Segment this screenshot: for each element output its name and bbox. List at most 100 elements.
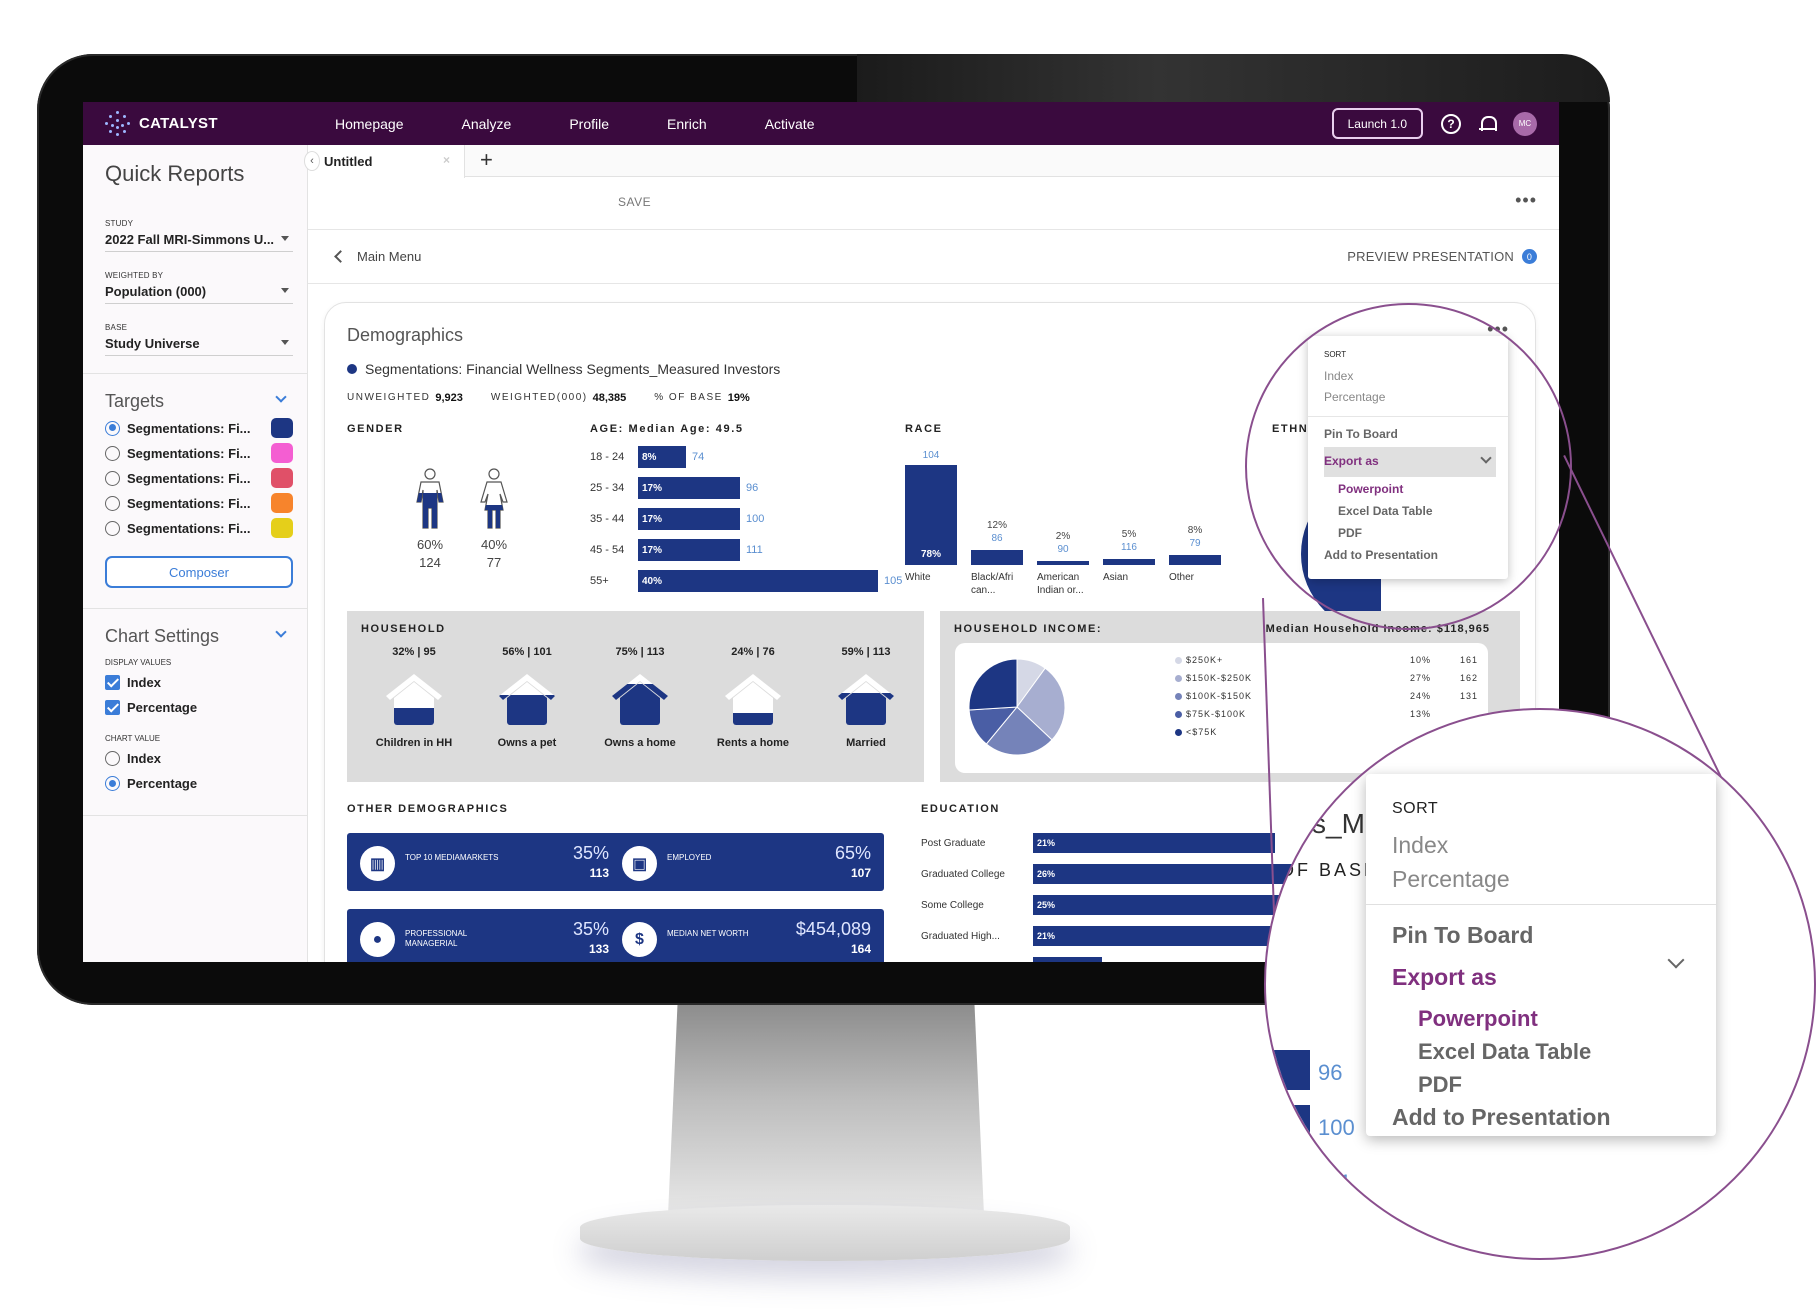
card-value: 35% [572,843,609,863]
add-to-presentation-option[interactable]: Add to Presentation [1392,1104,1611,1131]
race-column: 8% 79 Other [1169,303,1255,623]
targets-collapse-chevron-icon[interactable] [275,391,287,403]
checkbox-percentage[interactable]: Percentage [105,700,197,715]
export-pdf-option[interactable]: PDF [1338,526,1362,540]
checkbox-checked-icon[interactable] [105,700,120,715]
export-pdf-option[interactable]: PDF [1418,1072,1462,1098]
education-bar: 21% [1033,926,1275,946]
card-options-menu: SORT Index Percentage Pin To Board Expor… [1308,336,1508,579]
nav-analyze[interactable]: Analyze [462,116,512,132]
radio[interactable] [105,495,120,511]
radio[interactable] [105,751,120,766]
help-icon[interactable]: ? [1441,113,1461,134]
chevron-down-icon[interactable] [1667,951,1685,969]
target-color-swatch[interactable] [271,443,293,463]
composer-button[interactable]: Composer [105,556,293,588]
collapse-sidebar-icon[interactable]: ‹ [304,151,320,171]
radio[interactable] [105,520,120,536]
card-label: PROFESSIONAL MANAGERIAL [405,929,467,948]
household-label: Owns a pet [497,737,557,749]
checkbox-label: Percentage [127,700,198,715]
radio-chart-index[interactable]: Index [105,751,161,766]
more-options-icon[interactable]: ••• [1515,190,1537,211]
legend-label: $250K+ [1186,655,1224,665]
preview-label: PREVIEW PRESENTATION [1347,249,1514,264]
age-bar: 8% [638,446,686,468]
target-item[interactable]: Segmentations: Fi... [105,517,293,539]
radio[interactable] [105,445,120,461]
tab-untitled[interactable]: Untitled × [308,145,465,178]
pin-to-board-option[interactable]: Pin To Board [1324,427,1398,441]
weighted-by-select[interactable]: WEIGHTED BY Population (000) [105,271,293,304]
preview-count-badge: 0 [1522,249,1537,264]
study-value: 2022 Fall MRI-Simmons U... [105,232,275,247]
target-color-swatch[interactable] [271,418,293,438]
race-pct: 78% [920,549,941,560]
age-bar: 17% [638,508,740,530]
sort-index-option[interactable]: Index [1324,369,1353,383]
target-item[interactable]: Segmentations: Fi... [105,417,293,439]
nav-homepage[interactable]: Homepage [335,116,404,132]
study-select[interactable]: STUDY 2022 Fall MRI-Simmons U... [105,219,293,252]
age-bar: 40% [638,570,878,592]
user-avatar[interactable]: MC [1513,111,1537,136]
base-select[interactable]: BASE Study Universe [105,323,293,356]
chart-settings-collapse-chevron-icon[interactable] [275,626,287,638]
caret-down-icon [281,236,289,241]
export-as-option[interactable]: Export as [1324,454,1379,468]
race-pct: 5% [1121,529,1137,540]
card-index: 107 [850,866,871,880]
save-button[interactable]: SAVE [618,195,651,209]
stats-row: UNWEIGHTED 9,923 WEIGHTED(000) 48,385 % … [347,392,778,404]
age-row: 45 - 54 17% 111 [590,539,763,561]
target-color-swatch[interactable] [271,468,293,488]
checkbox-index[interactable]: Index [105,675,161,690]
sort-percentage-option[interactable]: Percentage [1324,390,1385,404]
card-index: 113 [589,866,609,880]
target-color-swatch[interactable] [271,493,293,513]
preview-presentation-button[interactable]: PREVIEW PRESENTATION 0 [1347,249,1537,264]
brand[interactable]: CATALYST [105,110,335,137]
sort-index-option[interactable]: Index [1392,832,1448,859]
add-to-presentation-option[interactable]: Add to Presentation [1324,548,1438,562]
export-excel-option[interactable]: Excel Data Table [1338,504,1433,518]
radio[interactable] [105,470,120,486]
checkbox-checked-icon[interactable] [105,675,120,690]
radio-selected[interactable] [105,420,120,436]
target-item[interactable]: Segmentations: Fi... [105,442,293,464]
radio-selected[interactable] [105,776,120,791]
race-pct: 12% [986,520,1007,531]
household-value: 24% | 76 [731,646,775,658]
female-figure-icon [480,468,508,529]
main-menu-link[interactable]: Main Menu [334,249,421,264]
notification-bell-icon[interactable] [1479,115,1497,133]
tab-bar: Untitled × + ‹ [304,145,1559,178]
nav-activate[interactable]: Activate [765,116,815,132]
radio-chart-percentage[interactable]: Percentage [105,776,197,791]
race-label: Black/Afri can... [971,572,1014,596]
house-icon [386,674,442,725]
target-item[interactable]: Segmentations: Fi... [105,467,293,489]
save-bar: SAVE ••• [308,178,1559,230]
age-label: 35 - 44 [590,513,625,525]
income-heading: HOUSEHOLD INCOME: [954,623,1103,635]
add-tab-icon[interactable]: + [480,147,493,173]
house-icon [725,674,781,725]
launch-button[interactable]: Launch 1.0 [1331,108,1423,139]
target-color-swatch[interactable] [271,518,293,538]
base-label: BASE [105,323,128,332]
target-item[interactable]: Segmentations: Fi... [105,492,293,514]
pin-to-board-option[interactable]: Pin To Board [1392,922,1533,949]
sort-percentage-option[interactable]: Percentage [1392,866,1510,893]
export-powerpoint-option[interactable]: Powerpoint [1418,1006,1538,1032]
income-legend-item: $75K-$100K [1175,709,1246,719]
card-label: EMPLOYED [667,853,712,862]
export-as-option[interactable]: Export as [1392,964,1497,991]
male-pct: 60% [416,537,444,552]
nav-profile[interactable]: Profile [569,116,609,132]
nav-enrich[interactable]: Enrich [667,116,707,132]
export-excel-option[interactable]: Excel Data Table [1418,1039,1591,1065]
education-row: Some College 25% [921,895,1321,915]
export-powerpoint-option[interactable]: Powerpoint [1338,482,1403,496]
close-tab-icon[interactable]: × [443,153,450,167]
